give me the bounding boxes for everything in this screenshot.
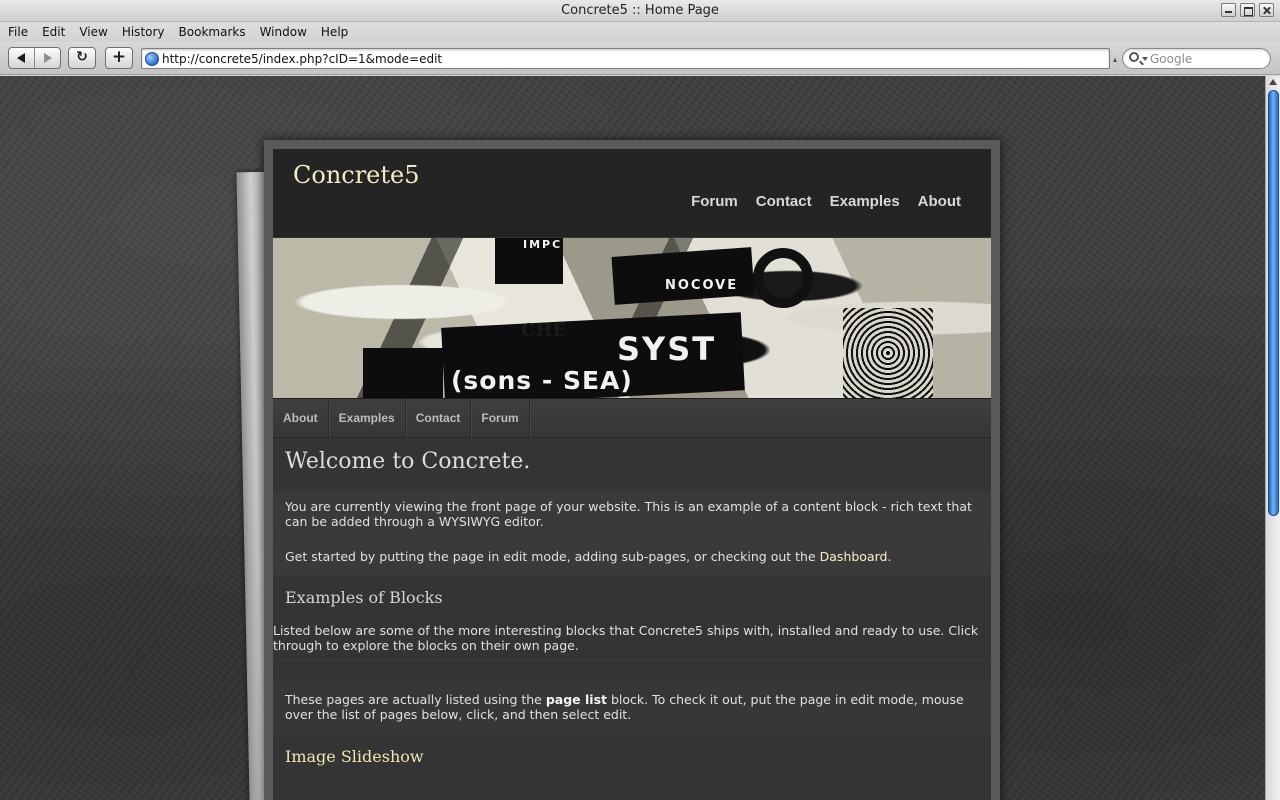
sub-nav-about[interactable]: About — [273, 399, 329, 438]
examples-heading: Examples of Blocks — [285, 588, 443, 607]
back-arrow-icon — [17, 53, 25, 63]
close-icon[interactable] — [1259, 3, 1274, 17]
menu-window[interactable]: Window — [260, 25, 315, 39]
banner-text: CHE — [521, 320, 567, 341]
page-heading: Welcome to Concrete. — [285, 449, 531, 474]
menu-bar: File Edit View History Bookmarks Window … — [0, 22, 1280, 42]
minimize-icon[interactable] — [1221, 3, 1236, 17]
get-started-suffix: . — [887, 549, 892, 564]
menu-file[interactable]: File — [8, 25, 36, 39]
banner-shape — [363, 348, 443, 398]
vertical-scrollbar[interactable] — [1265, 76, 1280, 800]
sub-nav-examples[interactable]: Examples — [329, 399, 406, 438]
banner-text: (sons - SEA) — [451, 366, 633, 395]
sub-nav: About Examples Contact Forum — [273, 398, 991, 438]
banner-shape — [611, 247, 755, 305]
top-nav-examples[interactable]: Examples — [830, 193, 900, 210]
site-title[interactable]: Concrete5 — [293, 161, 420, 189]
site-header: Concrete5 Forum Contact Examples About — [273, 149, 991, 237]
menu-edit[interactable]: Edit — [42, 25, 73, 39]
top-nav: Forum Contact Examples About — [691, 193, 961, 210]
dashboard-link[interactable]: Dashboard — [820, 549, 888, 564]
browser-toolbar: ↻ + http://concrete5/index.php?cID=1&mod… — [0, 42, 1280, 75]
top-nav-contact[interactable]: Contact — [756, 193, 812, 210]
banner-text: SYST — [617, 330, 717, 368]
banner-shape — [753, 248, 813, 308]
search-field[interactable]: Google — [1122, 48, 1271, 69]
top-nav-about[interactable]: About — [918, 193, 961, 210]
page-viewport: Concrete5 Forum Contact Examples About (… — [0, 76, 1265, 800]
scrollbar-thumb[interactable] — [1268, 90, 1279, 516]
page-container: Concrete5 Forum Contact Examples About (… — [273, 149, 991, 800]
header-banner-image: (sons - SEA) SYST NOCOVE CHE IMPC — [273, 238, 991, 398]
window-titlebar: Concrete5 :: Home Page — [0, 0, 1280, 22]
search-placeholder: Google — [1150, 52, 1193, 66]
get-started-text: Get started by putting the page in edit … — [273, 537, 991, 564]
content-block-page-list[interactable]: These pages are actually listed using th… — [273, 679, 991, 735]
examples-intro-text: Listed below are some of the more intere… — [273, 623, 979, 653]
maximize-icon[interactable] — [1240, 3, 1255, 17]
plus-icon: + — [111, 47, 127, 67]
menu-view[interactable]: View — [79, 25, 115, 39]
new-tab-button[interactable]: + — [105, 47, 133, 69]
reload-icon: ↻ — [76, 49, 88, 65]
top-nav-forum[interactable]: Forum — [691, 193, 738, 210]
reload-button[interactable]: ↻ — [68, 47, 96, 69]
history-nav — [8, 47, 61, 69]
page-list-bold: page list — [545, 692, 607, 707]
sub-nav-forum[interactable]: Forum — [471, 399, 530, 438]
content-block-get-started[interactable]: Get started by putting the page in edit … — [273, 537, 991, 575]
banner-shape — [843, 308, 933, 398]
banner-text: IMPC — [523, 238, 563, 251]
content-block-intro[interactable]: You are currently viewing the front page… — [273, 491, 991, 535]
search-engine-dropdown-icon[interactable] — [1142, 57, 1148, 61]
search-icon — [1129, 52, 1139, 62]
menu-help[interactable]: Help — [321, 25, 356, 39]
get-started-prefix: Get started by putting the page in edit … — [285, 549, 820, 564]
banner-text: NOCOVE — [665, 278, 739, 293]
address-bar[interactable]: http://concrete5/index.php?cID=1&mode=ed… — [141, 48, 1110, 69]
content-block-spacer[interactable] — [273, 660, 991, 676]
slideshow-heading: Image Slideshow — [285, 747, 424, 766]
url-text[interactable]: http://concrete5/index.php?cID=1&mode=ed… — [162, 52, 442, 66]
back-button[interactable] — [9, 48, 34, 68]
window-title: Concrete5 :: Home Page — [561, 3, 719, 18]
content-block-examples-intro[interactable]: Listed below are some of the more intere… — [273, 623, 991, 659]
forward-arrow-icon — [44, 53, 52, 63]
page-list-prefix: These pages are actually listed using th… — [285, 692, 546, 707]
menu-history[interactable]: History — [122, 25, 173, 39]
scroll-up-icon[interactable] — [1269, 79, 1277, 85]
page-list-text: These pages are actually listed using th… — [273, 680, 991, 722]
globe-icon — [145, 52, 159, 66]
window-controls — [1221, 3, 1274, 17]
forward-button[interactable] — [34, 48, 60, 68]
menu-bookmarks[interactable]: Bookmarks — [179, 25, 254, 39]
url-dropdown-icon[interactable]: ▴ — [1113, 55, 1117, 64]
sub-nav-contact[interactable]: Contact — [406, 399, 472, 438]
intro-text: You are currently viewing the front page… — [285, 499, 972, 529]
